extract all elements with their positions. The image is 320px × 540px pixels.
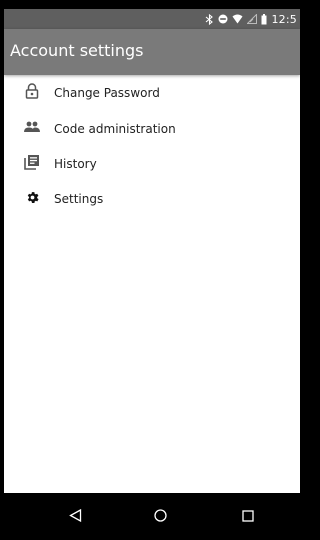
menu-item-change-password[interactable]: Change Password	[4, 75, 300, 109]
lock-icon	[24, 83, 40, 99]
navigation-bar	[4, 493, 300, 540]
back-icon	[68, 507, 82, 526]
page-title: Account settings	[10, 41, 144, 60]
menu-item-label: History	[54, 157, 97, 171]
wifi-icon	[232, 14, 243, 24]
recents-button[interactable]	[233, 503, 263, 529]
gear-icon	[24, 189, 40, 205]
home-icon	[153, 507, 167, 526]
app-bar: Account settings	[4, 29, 300, 75]
menu-item-label: Settings	[54, 192, 104, 206]
status-time: 12:5	[271, 12, 297, 26]
battery-icon	[261, 13, 267, 25]
app-screen: 12:5 Account settings Change Password Co…	[4, 9, 300, 540]
home-button[interactable]	[145, 503, 175, 529]
menu-item-settings[interactable]: Settings	[4, 181, 300, 215]
signal-icon	[247, 14, 258, 24]
status-bar: 12:5	[4, 9, 300, 29]
people-icon	[24, 119, 40, 135]
back-button[interactable]	[60, 503, 90, 529]
menu-item-code-administration[interactable]: Code administration	[4, 111, 300, 145]
menu-item-history[interactable]: History	[4, 146, 300, 180]
library-books-icon	[24, 154, 40, 170]
do-not-disturb-icon	[218, 14, 228, 24]
menu-item-label: Code administration	[54, 122, 176, 136]
recents-icon	[242, 507, 254, 526]
settings-menu: Change Password Code administration Hist…	[4, 75, 300, 211]
menu-item-label: Change Password	[54, 86, 160, 100]
bluetooth-icon	[205, 13, 214, 25]
